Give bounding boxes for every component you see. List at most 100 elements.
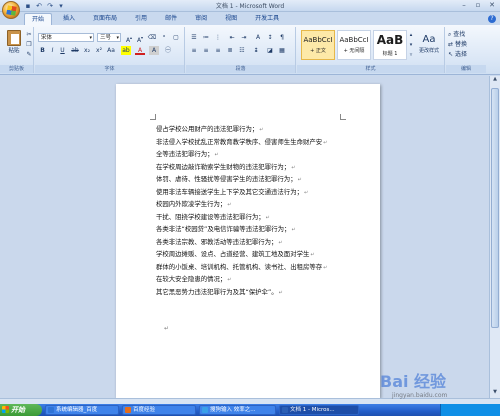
char-shading-icon[interactable]: A [149, 46, 159, 55]
align-right-icon[interactable]: ≡ [213, 46, 223, 55]
document-line[interactable]: 侵占学校公用财产的违法犯罪行为；↵ [156, 123, 346, 136]
cut-icon[interactable]: ✂ [25, 30, 33, 39]
document-line[interactable]: 在较大安全隐患的情况；↵ [156, 273, 346, 286]
phonetic-guide-icon[interactable]: ᵃ [159, 33, 169, 42]
sort-icon[interactable]: ↕ [265, 33, 275, 42]
paste-label: 粘贴 [8, 48, 20, 54]
minimize-icon[interactable]: – [458, 1, 470, 10]
document-page[interactable]: 侵占学校公用财产的违法犯罪行为；↵ 非法侵入学校扰乱正常教育教学秩序、侵害师生生命… [116, 84, 380, 398]
format-painter-icon[interactable]: ✎ [25, 50, 33, 59]
change-case-icon[interactable]: Aa [106, 46, 116, 55]
change-styles-button[interactable]: Aa 更改样式 [415, 33, 443, 59]
editing-group: ⌕ 查找 ⇄ 替换 ↖ 选择 编辑 [446, 27, 486, 73]
font-size-value: 三号 [100, 35, 112, 41]
tab-6[interactable]: 视图 [218, 13, 244, 25]
font-name-select[interactable]: 宋体 ▾ [38, 33, 94, 42]
tab-3[interactable]: 引用 [128, 13, 154, 25]
taskbar-task[interactable]: 文档 1 - Micros... [279, 405, 359, 415]
clipboard-group-label: 剪贴板 [0, 65, 33, 73]
justify-icon[interactable]: ≣ [225, 46, 235, 55]
bullets-icon[interactable]: ☰ [189, 33, 199, 42]
superscript-icon[interactable]: x² [94, 46, 104, 55]
strikethrough-icon[interactable]: ab [70, 46, 80, 55]
start-button[interactable]: 开始 [0, 404, 42, 416]
style-name: + 无间隔 [343, 48, 365, 54]
line-text: 侵占学校公用财产的违法犯罪行为； [156, 125, 259, 133]
scroll-up-icon[interactable]: ▲ [490, 76, 500, 85]
scrollbar-thumb[interactable] [491, 88, 499, 328]
app-icon [202, 407, 208, 413]
tab-7[interactable]: 开发工具 [248, 13, 286, 25]
italic-icon[interactable]: I [48, 46, 57, 55]
document-line[interactable]: 干扰、阻挠学校建设等违法犯罪行为；↵ [156, 211, 346, 224]
scroll-down-icon[interactable]: ▼ [490, 389, 500, 398]
styles-group-label: 样式 [297, 65, 444, 73]
document-line[interactable]: 群体的小饭桌、培训机构、托管机构、读书社、出租房等存↵ [156, 261, 346, 274]
align-center-icon[interactable]: ≡ [201, 46, 211, 55]
tab-1[interactable]: 插入 [56, 13, 82, 25]
tab-5[interactable]: 审阅 [188, 13, 214, 25]
borders-icon[interactable]: ▦ [277, 46, 287, 55]
taskbar-task[interactable]: 系统编辑器_百度 [45, 405, 119, 415]
underline-icon[interactable]: U [58, 46, 67, 55]
line-text: 各类非法宗教、邪教活动等违法犯罪行为； [156, 237, 278, 246]
office-button[interactable] [2, 1, 20, 19]
line-text: 非法侵入学校扰乱正常教育教学秩序、侵害师生生命财产安 [156, 137, 323, 146]
align-left-icon[interactable]: ≡ [189, 46, 199, 55]
font-color-icon[interactable]: A [135, 46, 145, 55]
document-line[interactable]: 在学校周边敲诈勒索学生财物的违法犯罪行为；↵ [156, 161, 346, 174]
show-marks-icon[interactable]: ¶ [277, 33, 287, 42]
find-button[interactable]: ⌕ 查找 [448, 30, 484, 39]
replace-button[interactable]: ⇄ 替换 [448, 40, 484, 49]
document-line[interactable]: 非法侵入学校扰乱正常教育教学秩序、侵害师生生命财产安↵ [156, 136, 346, 149]
style-normal[interactable]: AaBbCcI + 正文 [301, 30, 335, 60]
enclose-char-icon[interactable]: ㊀ [163, 46, 173, 55]
document-line[interactable]: 全等违法犯罪行为；↵ [156, 148, 346, 161]
styles-scroll-icon[interactable]: ▴ ▾ ▿ [408, 30, 414, 60]
numbering-icon[interactable]: ≔ [201, 33, 211, 42]
shading-icon[interactable]: ◪ [265, 46, 275, 55]
document-line[interactable]: 体罚、虐待、性骚扰等侵害学生的违法犯罪行为；↵ [156, 173, 346, 186]
tab-0[interactable]: 开始 [24, 13, 53, 25]
style-no-spacing[interactable]: AaBbCcI + 无间隔 [337, 30, 371, 60]
increase-indent-icon[interactable]: ⇥ [239, 33, 249, 42]
line-spacing-icon[interactable]: ↨ [251, 46, 261, 55]
distributed-icon[interactable]: ☷ [237, 46, 247, 55]
grow-font-icon[interactable]: A▴ [124, 33, 134, 44]
change-styles-icon: Aa [422, 34, 436, 45]
clear-format-icon[interactable]: ⌫ [147, 33, 157, 42]
paragraph-mark-icon: ↵ [310, 252, 315, 258]
document-line[interactable]: 使用非法车辆接送学生上下学及其它交通违法行为；↵ [156, 186, 346, 199]
window-title: 文档 1 - Microsoft Word [215, 3, 285, 10]
decrease-indent-icon[interactable]: ⇤ [227, 33, 237, 42]
tab-4[interactable]: 邮件 [158, 13, 184, 25]
paragraph-mark-icon: ↵ [265, 214, 270, 221]
bold-icon[interactable]: B [38, 46, 47, 55]
close-icon[interactable]: ✕ [486, 1, 498, 10]
font-size-select[interactable]: 三号 ▾ [97, 33, 121, 42]
taskbar-task[interactable]: 搜狗输入 效率之... [199, 405, 276, 415]
document-line[interactable]: 其它黑恶势力违法犯罪行为及其“保护伞”。↵ [156, 286, 346, 299]
document-line[interactable]: 各类非法宗教、邪教活动等违法犯罪行为；↵ [156, 236, 346, 249]
highlight-icon[interactable]: ab [121, 46, 131, 55]
chevron-down-icon: ▾ [116, 35, 119, 41]
select-button[interactable]: ↖ 选择 [448, 50, 484, 59]
paragraph-mark-icon: ↵ [291, 164, 296, 171]
paste-button[interactable]: 粘贴 [4, 30, 24, 60]
copy-icon[interactable]: ❐ [25, 40, 33, 49]
char-border-icon[interactable]: ▢ [171, 33, 181, 42]
document-line[interactable]: 学校周边摊贩、设点、占道经营、建筑工地及面对学生↵ [156, 248, 346, 261]
shrink-font-icon[interactable]: A▾ [135, 33, 145, 44]
maximize-icon[interactable]: ▫ [472, 1, 484, 10]
subscript-icon[interactable]: x₂ [82, 46, 92, 55]
multilevel-list-icon[interactable]: ⋮ [213, 33, 223, 42]
tab-2[interactable]: 页面布局 [86, 13, 124, 25]
taskbar-task[interactable]: 百度经验 [122, 405, 196, 415]
document-line[interactable]: 各类非法“校园贷”及电信诈骗等违法犯罪行为；↵ [156, 223, 346, 236]
chinese-layout-icon[interactable]: A [253, 33, 263, 42]
vertical-scrollbar[interactable]: ▲ ▼ [489, 76, 500, 398]
help-icon[interactable]: ? [488, 15, 496, 23]
document-body[interactable]: 侵占学校公用财产的违法犯罪行为；↵ 非法侵入学校扰乱正常教育教学秩序、侵害师生生命… [156, 123, 346, 298]
style-heading-1[interactable]: AaB 标题 1 [373, 30, 407, 60]
document-line[interactable]: 校园内外欺凌学生行为；↵ [156, 198, 346, 211]
